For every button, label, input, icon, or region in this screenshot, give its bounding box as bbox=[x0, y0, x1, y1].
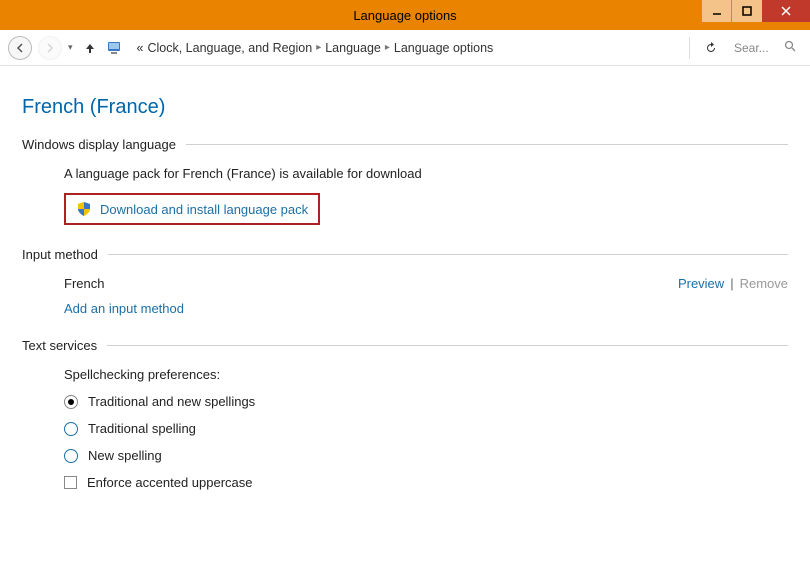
radio-icon bbox=[64, 395, 78, 409]
refresh-button[interactable] bbox=[700, 37, 722, 59]
breadcrumb-prefix: « bbox=[137, 41, 144, 55]
maximize-button[interactable] bbox=[732, 0, 762, 22]
shield-icon bbox=[76, 201, 92, 217]
breadcrumb-item[interactable]: Language options bbox=[394, 41, 493, 55]
radio-icon bbox=[64, 449, 78, 463]
control-panel-icon bbox=[105, 38, 125, 58]
search-placeholder: Sear... bbox=[734, 41, 769, 55]
forward-button[interactable] bbox=[38, 36, 62, 60]
text-services-section: Text services Spellchecking preferences:… bbox=[22, 338, 788, 490]
breadcrumb-item[interactable]: Language bbox=[325, 41, 381, 55]
breadcrumb[interactable]: « Clock, Language, and Region ▸ Language… bbox=[131, 41, 679, 55]
remove-link: Remove bbox=[740, 276, 788, 291]
window-buttons bbox=[702, 0, 810, 22]
input-method-name: French bbox=[64, 276, 104, 291]
navigation-bar: ▾ « Clock, Language, and Region ▸ Langua… bbox=[0, 30, 810, 66]
breadcrumb-item[interactable]: Clock, Language, and Region bbox=[147, 41, 312, 55]
section-heading: Input method bbox=[22, 247, 98, 262]
input-method-section: Input method French Preview | Remove Add… bbox=[22, 247, 788, 316]
search-icon bbox=[784, 40, 796, 55]
recent-dropdown-icon[interactable]: ▾ bbox=[68, 42, 73, 53]
enforce-accented-checkbox[interactable]: Enforce accented uppercase bbox=[64, 475, 788, 490]
chevron-right-icon: ▸ bbox=[385, 42, 390, 53]
radio-label: New spelling bbox=[88, 448, 162, 463]
window-title: Language options bbox=[0, 8, 810, 23]
download-highlight-box: Download and install language pack bbox=[64, 193, 320, 225]
radio-icon bbox=[64, 422, 78, 436]
download-language-pack-link[interactable]: Download and install language pack bbox=[100, 202, 308, 217]
content-area: French (France) Windows display language… bbox=[0, 66, 810, 490]
search-input[interactable]: Sear... bbox=[728, 36, 802, 60]
add-input-method-link[interactable]: Add an input method bbox=[64, 301, 788, 316]
section-heading: Text services bbox=[22, 338, 97, 353]
input-method-row: French Preview | Remove bbox=[64, 276, 788, 291]
radio-new[interactable]: New spelling bbox=[64, 448, 788, 463]
title-bar: Language options bbox=[0, 0, 810, 30]
checkbox-label: Enforce accented uppercase bbox=[87, 475, 253, 490]
spellchecking-label: Spellchecking preferences: bbox=[64, 367, 788, 382]
divider bbox=[107, 345, 788, 346]
display-language-section: Windows display language A language pack… bbox=[22, 137, 788, 225]
divider bbox=[108, 254, 788, 255]
page-title: French (France) bbox=[22, 96, 788, 119]
chevron-right-icon: ▸ bbox=[316, 42, 321, 53]
close-button[interactable] bbox=[762, 0, 810, 22]
radio-label: Traditional spelling bbox=[88, 421, 196, 436]
checkbox-icon bbox=[64, 476, 77, 489]
radio-label: Traditional and new spellings bbox=[88, 394, 255, 409]
separator: | bbox=[730, 276, 733, 291]
section-heading: Windows display language bbox=[22, 137, 176, 152]
up-button[interactable] bbox=[81, 39, 99, 57]
preview-link[interactable]: Preview bbox=[678, 276, 724, 291]
divider bbox=[186, 144, 788, 145]
divider bbox=[689, 37, 690, 59]
radio-traditional[interactable]: Traditional spelling bbox=[64, 421, 788, 436]
back-button[interactable] bbox=[8, 36, 32, 60]
radio-traditional-new[interactable]: Traditional and new spellings bbox=[64, 394, 788, 409]
minimize-button[interactable] bbox=[702, 0, 732, 22]
language-pack-available-text: A language pack for French (France) is a… bbox=[64, 166, 788, 181]
